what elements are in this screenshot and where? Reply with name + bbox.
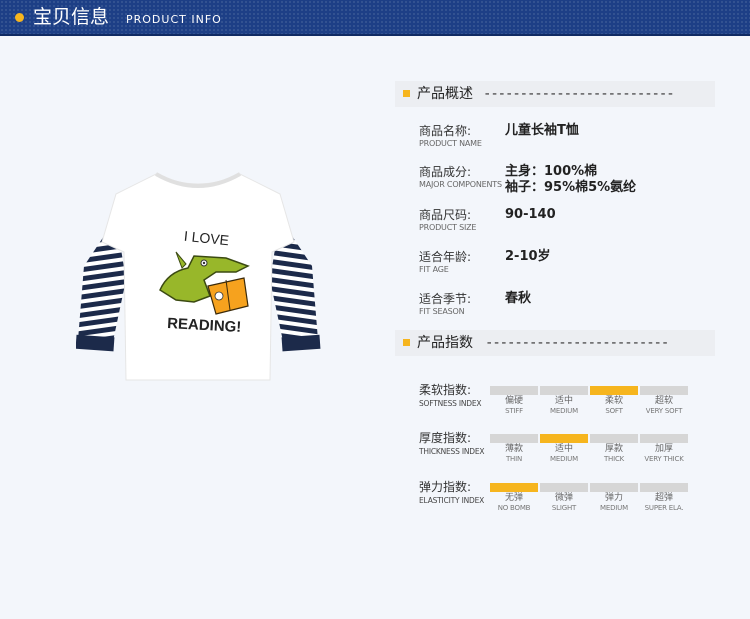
index-level-bar (640, 386, 688, 395)
product-image: I LOVE READING! (75, 168, 322, 384)
index-row: 柔软指数: SOFTNESS INDEX 偏硬 STIFF 适中 MEDIUM 柔软 SOFT… (419, 382, 719, 418)
index-level-bar (590, 386, 638, 395)
index-level-label-en: MEDIUM (550, 407, 578, 415)
info-label-en: MAJOR COMPONENTS (419, 180, 502, 189)
info-value: 2-10岁 (505, 249, 551, 264)
index-level-label-en: VERY THICK (644, 455, 684, 463)
overview-title: 产品概述 (417, 86, 473, 102)
index-level-bar (540, 386, 588, 395)
index-row: 弹力指数: ELASTICITY INDEX 无弹 NO BOMB 微弹 SLIGHT 弹力… (419, 479, 719, 515)
index-level-label-en: STIFF (505, 407, 523, 415)
index-label: 弹力指数: (419, 480, 472, 494)
index-level-bar (640, 434, 688, 443)
index-label-en: THICKNESS INDEX (419, 447, 485, 456)
index-level-label: 超弹 (654, 493, 673, 503)
index-level-label: 无弹 (504, 493, 523, 503)
header-title-en: PRODUCT INFO (126, 13, 222, 26)
info-label-en: FIT SEASON (419, 307, 465, 316)
index-level-label-en: THICK (603, 455, 625, 463)
index-level-bar (590, 434, 638, 443)
index-level-bar (490, 386, 538, 395)
info-label: 适合季节: (419, 292, 472, 306)
index-dashes: ------------------------- (485, 335, 669, 351)
index-level-bar (490, 434, 538, 443)
info-value: 春秋 (505, 291, 532, 306)
index-label: 厚度指数: (419, 431, 472, 445)
index-label-en: ELASTICITY INDEX (419, 496, 485, 505)
index-row: 厚度指数: THICKNESS INDEX 薄款 THIN 适中 MEDIUM 厚款 THIC… (419, 430, 719, 466)
overview-dashes: -------------------------- (483, 86, 675, 102)
index-level-label-en: VERY SOFT (645, 407, 683, 415)
info-label-en: FIT AGE (419, 265, 449, 274)
index-level-label: 超软 (654, 396, 673, 406)
index-level-bar (540, 483, 588, 492)
index-level-label: 适中 (554, 444, 573, 454)
info-value-2: 袖子：95%棉5%氨纶 (505, 180, 637, 195)
header-title-cn: 宝贝信息 (33, 6, 110, 28)
info-value: 90-140 (505, 207, 556, 222)
index-level-label: 适中 (554, 396, 573, 406)
info-value: 儿童长袖T恤 (505, 123, 579, 138)
info-label: 适合年龄: (419, 250, 472, 264)
info-label-en: PRODUCT NAME (419, 139, 482, 148)
index-level-label-en: SLIGHT (551, 504, 577, 512)
square-bullet-icon (403, 339, 410, 346)
index-level-label-en: SOFT (605, 407, 623, 415)
tshirt-illustration: I LOVE READING! (75, 172, 321, 381)
index-level-label-en: SUPER ELA. (644, 504, 684, 512)
index-label: 柔软指数: (419, 383, 472, 397)
info-label: 商品尺码: (419, 208, 472, 222)
section-header: 宝贝信息 PRODUCT INFO (0, 0, 750, 36)
index-section-bar: 产品指数 ------------------------- (395, 330, 715, 356)
index-level-bar (540, 434, 588, 443)
index-label-en: SOFTNESS INDEX (419, 399, 482, 408)
square-bullet-icon (403, 90, 410, 97)
index-level-label: 薄款 (504, 444, 523, 454)
index-level-label-en: THIN (505, 455, 523, 463)
index-level-label-en: MEDIUM (600, 504, 628, 512)
info-label-en: PRODUCT SIZE (419, 223, 477, 232)
index-level-label: 弹力 (604, 493, 623, 503)
overview-section-bar: 产品概述 -------------------------- (395, 81, 715, 107)
index-level-label: 加厚 (654, 444, 673, 454)
index-title: 产品指数 (417, 335, 473, 351)
info-label: 商品名称: (419, 124, 472, 138)
index-level-label: 柔软 (604, 396, 623, 406)
index-level-label: 偏硬 (504, 396, 523, 406)
index-level-bar (490, 483, 538, 492)
bullet-dot-icon (15, 13, 24, 22)
info-value: 主身：100%棉 (505, 164, 598, 179)
index-level-label: 微弹 (554, 493, 573, 503)
index-level-bar (590, 483, 638, 492)
index-level-label: 厚款 (604, 444, 623, 454)
info-label: 商品成分: (419, 165, 472, 179)
index-level-label-en: MEDIUM (550, 455, 578, 463)
index-level-bar (640, 483, 688, 492)
index-level-label-en: NO BOMB (497, 504, 531, 512)
